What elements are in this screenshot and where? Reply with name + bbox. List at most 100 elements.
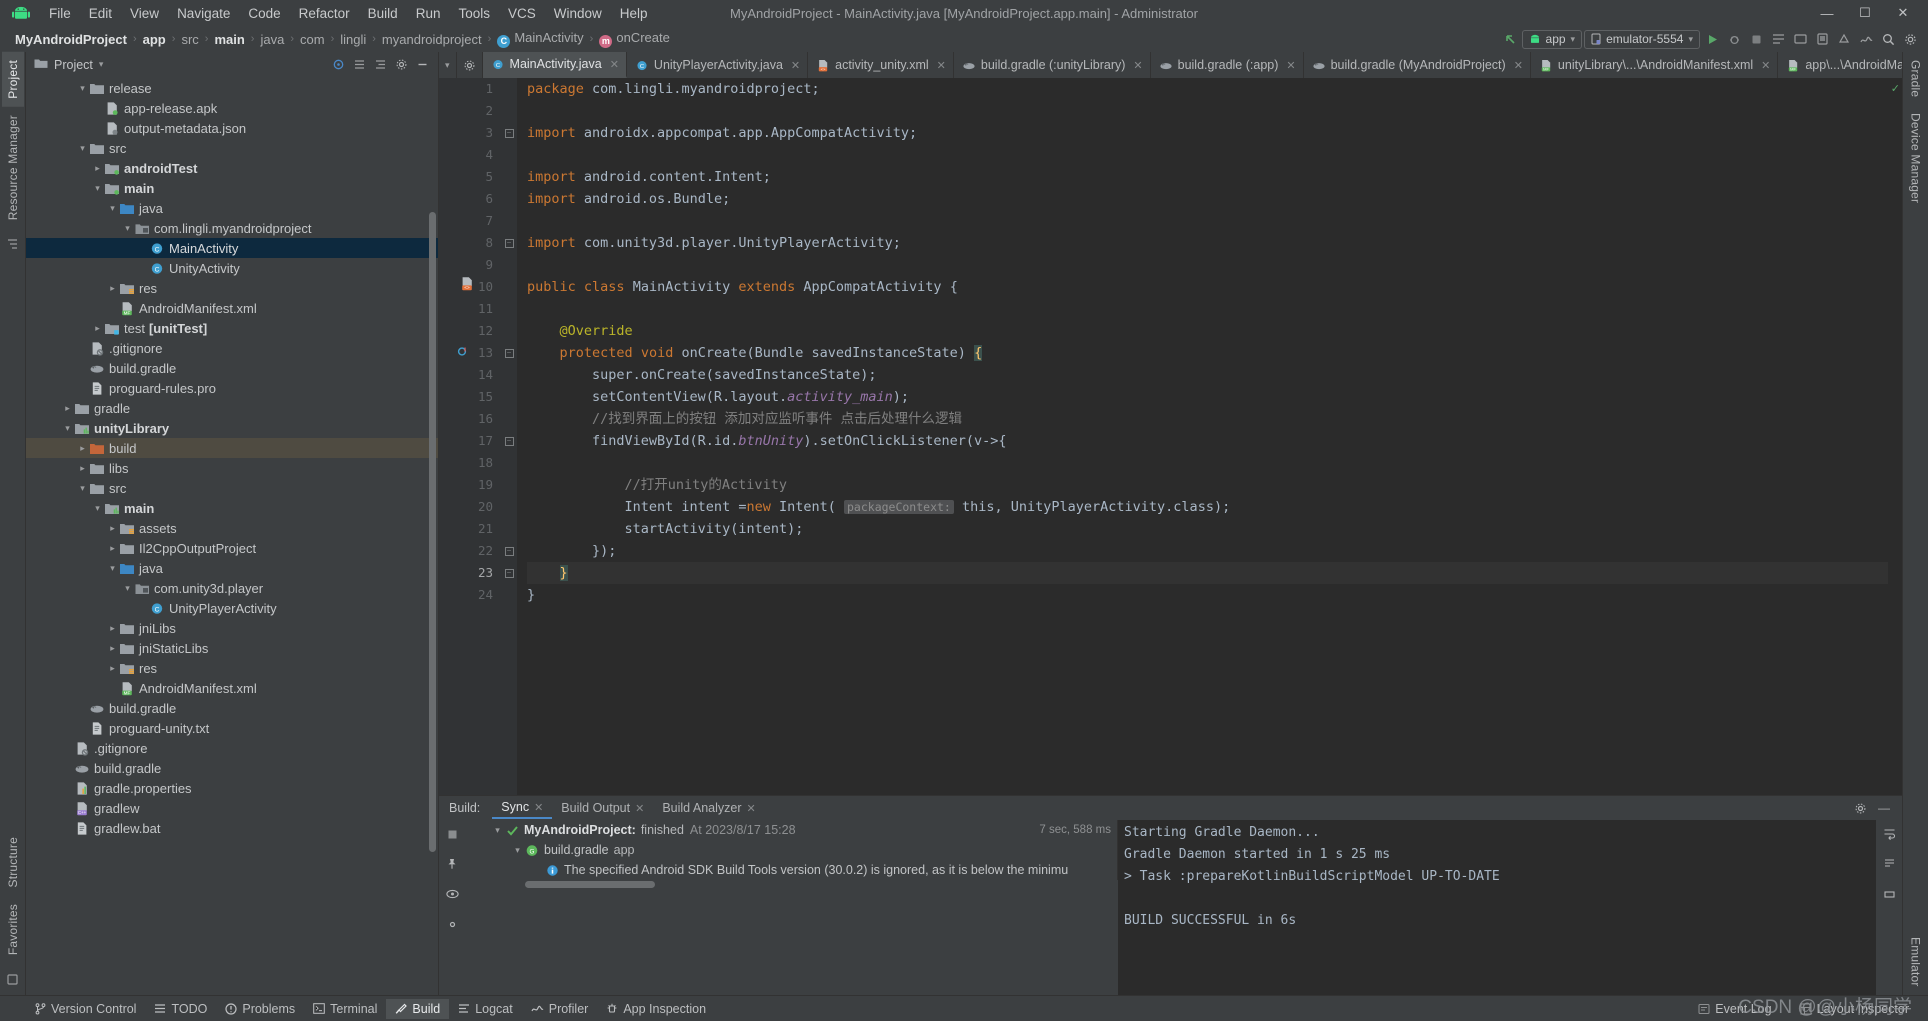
code-line[interactable] [527, 210, 1888, 232]
fold-marker[interactable] [501, 408, 517, 430]
menu-edit[interactable]: Edit [80, 3, 121, 24]
code-line[interactable]: import com.unity3d.player.UnityPlayerAct… [527, 232, 1888, 254]
breadcrumb-item-app[interactable]: app [138, 31, 171, 48]
build-result-tree[interactable]: ▾ MyAndroidProject: finished At 2023/8/17 1… [465, 820, 1118, 880]
close-button[interactable]: ✕ [1884, 0, 1922, 26]
maximize-button[interactable]: ☐ [1846, 0, 1884, 26]
fold-marker[interactable]: − [501, 342, 517, 364]
code-line[interactable]: findViewById(R.id.btnUnity).setOnClickLi… [527, 430, 1888, 452]
structure-mini-icon[interactable] [3, 234, 23, 254]
fold-marker[interactable]: − [501, 540, 517, 562]
menu-run[interactable]: Run [407, 3, 450, 24]
minimize-button[interactable]: — [1808, 0, 1846, 26]
code-line[interactable]: //打开unity的Activity [527, 474, 1888, 496]
chevron-down-icon[interactable]: ▾ [121, 223, 134, 234]
code-line[interactable] [527, 254, 1888, 276]
tree-node-src[interactable]: ▾ src [26, 138, 438, 158]
menu-tools[interactable]: Tools [449, 3, 499, 24]
menu-window[interactable]: Window [545, 3, 611, 24]
build-tree-row[interactable]: ▾ Gbuild.gradle app [465, 840, 1117, 860]
tree-node-androidmanifest-xml[interactable]: MF AndroidManifest.xml [26, 678, 438, 698]
sidebar-item-favorites[interactable]: Favorites [2, 896, 24, 963]
collapse-all-icon[interactable] [349, 55, 369, 75]
tab-list-dropdown[interactable]: ▾ [439, 52, 457, 78]
status-app-inspection[interactable]: App Inspection [597, 999, 715, 1019]
eye-icon[interactable] [442, 884, 462, 904]
minimize-panel-icon[interactable]: — [1874, 798, 1894, 818]
fold-marker[interactable] [501, 386, 517, 408]
chevron-down-icon[interactable]: ▾ [491, 825, 504, 836]
code-line[interactable]: startActivity(intent); [527, 518, 1888, 540]
chevron-right-icon[interactable]: ▸ [76, 443, 89, 454]
tree-node-main[interactable]: ▾ main [26, 178, 438, 198]
fold-marker[interactable] [501, 298, 517, 320]
chevron-right-icon[interactable]: ▸ [106, 643, 119, 654]
tree-node-res[interactable]: ▸ res [26, 278, 438, 298]
scroll-to-end-icon[interactable] [1879, 854, 1899, 874]
code-line[interactable]: Intent intent =new Intent( packageContex… [527, 496, 1888, 518]
close-icon[interactable]: ✕ [610, 58, 619, 71]
chevron-down-icon[interactable]: ▾ [61, 423, 74, 434]
tree-node-release[interactable]: ▾ release [26, 78, 438, 98]
chevron-down-icon[interactable]: ▾ [76, 143, 89, 154]
fold-marker[interactable] [501, 276, 517, 298]
breadcrumb-item-java[interactable]: java [255, 31, 289, 48]
tree-node-app-release-apk[interactable]: app-release.apk [26, 98, 438, 118]
tab-build-output[interactable]: Build Output ✕ [552, 798, 653, 818]
chevron-down-icon[interactable]: ▾ [91, 183, 104, 194]
code-line[interactable]: public class MainActivity extends AppCom… [527, 276, 1888, 298]
editor-marker-bar[interactable]: ✓ [1888, 78, 1902, 795]
fold-marker[interactable] [501, 254, 517, 276]
chevron-down-icon[interactable]: ▾ [76, 483, 89, 494]
target-icon[interactable] [328, 55, 348, 75]
tree-node--gitignore[interactable]: .gitignore [26, 738, 438, 758]
print-icon[interactable] [1879, 884, 1899, 904]
chevron-down-icon[interactable]: ▾ [106, 203, 119, 214]
chevron-down-icon[interactable]: ▾ [121, 583, 134, 594]
chevron-right-icon[interactable]: ▸ [76, 463, 89, 474]
tree-node-jnistaticlibs[interactable]: ▸ jniStaticLibs [26, 638, 438, 658]
breadcrumb-item-project[interactable]: MyAndroidProject [10, 31, 132, 48]
status-logcat[interactable]: Logcat [449, 999, 522, 1019]
tree-node-androidtest[interactable]: ▸ androidTest [26, 158, 438, 178]
tree-node-main[interactable]: ▾ main [26, 498, 438, 518]
chevron-down-icon[interactable]: ▾ [511, 845, 524, 856]
sidebar-item-structure[interactable]: Structure [2, 829, 24, 896]
code-line[interactable]: protected void onCreate(Bundle savedInst… [527, 342, 1888, 364]
chevron-right-icon[interactable]: ▸ [91, 163, 104, 174]
close-icon[interactable]: ✕ [534, 801, 543, 814]
code-line[interactable]: }); [527, 540, 1888, 562]
menu-refactor[interactable]: Refactor [290, 3, 359, 24]
code-line[interactable]: import android.os.Bundle; [527, 188, 1888, 210]
apply-changes-icon[interactable] [1768, 29, 1788, 49]
fold-marker[interactable] [501, 320, 517, 342]
code-line[interactable]: //找到界面上的按钮 添加对应监听事件 点击后处理什么逻辑 [527, 408, 1888, 430]
sidebar-item-device-manager[interactable]: Device Manager [1905, 105, 1927, 211]
tree-node-proguard-unity-txt[interactable]: proguard-unity.txt [26, 718, 438, 738]
fold-marker[interactable] [501, 166, 517, 188]
chevron-down-icon[interactable]: ▾ [91, 503, 104, 514]
tree-node-unityplayeractivity[interactable]: C UnityPlayerActivity [26, 598, 438, 618]
status-build[interactable]: Build [386, 998, 450, 1019]
chevron-right-icon[interactable]: ▸ [106, 283, 119, 294]
profiler-icon[interactable] [1856, 29, 1876, 49]
close-icon[interactable]: ✕ [747, 802, 756, 815]
fold-marker[interactable] [501, 496, 517, 518]
build-tree-hscrollbar[interactable] [465, 880, 1118, 889]
tree-node-il2cppoutputproject[interactable]: ▸ Il2CppOutputProject [26, 538, 438, 558]
menu-help[interactable]: Help [611, 3, 657, 24]
breadcrumb-item-oncreate[interactable]: m onCreate [594, 29, 674, 49]
editor-tab-activity-unity-xml[interactable]: <> activity_unity.xml ✕ [808, 52, 954, 78]
breadcrumb-item-com[interactable]: com [295, 31, 330, 48]
debug-button[interactable] [1724, 29, 1744, 49]
editor-settings-icon[interactable] [457, 52, 483, 78]
fold-marker[interactable] [501, 518, 517, 540]
breadcrumb-item-lingli[interactable]: lingli [335, 31, 371, 48]
tree-node-proguard-rules-pro[interactable]: proguard-rules.pro [26, 378, 438, 398]
code-line[interactable]: @Override [527, 320, 1888, 342]
editor-tab-build-gradle-myandroidproject-[interactable]: build.gradle (MyAndroidProject) ✕ [1304, 52, 1531, 78]
close-icon[interactable]: ✕ [1286, 59, 1295, 72]
tree-node-test[interactable]: ▸ test [unitTest] [26, 318, 438, 338]
status-terminal[interactable]: Terminal [304, 999, 386, 1019]
code-line[interactable] [527, 100, 1888, 122]
